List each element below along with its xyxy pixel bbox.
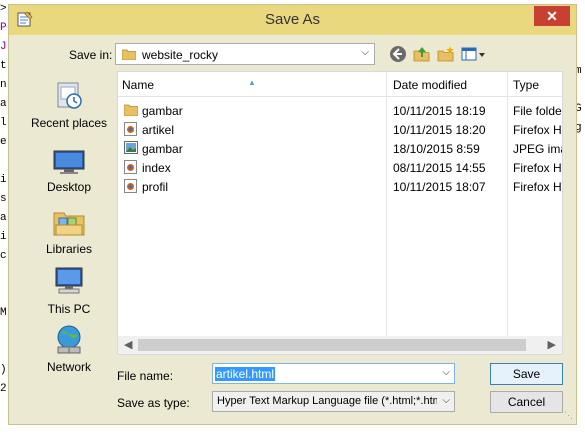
sort-ascending-icon: ▲	[248, 78, 256, 87]
column-header-date[interactable]: Date modified	[393, 78, 467, 92]
firefox-html-icon	[124, 160, 137, 177]
file-name: gambar	[142, 142, 183, 156]
file-list-header: ▲ Name Date modified Type	[118, 72, 562, 97]
save-in-label: Save in:	[69, 48, 113, 62]
file-date: 10/11/2015 18:19	[393, 104, 486, 118]
place-recent-places[interactable]: Recent places	[21, 79, 117, 130]
title-bar[interactable]: Save As ✕	[9, 5, 576, 35]
up-folder-icon[interactable]	[413, 45, 433, 65]
this-pc-icon	[55, 267, 83, 294]
file-row[interactable]: artikel 10/11/2015 18:20 Firefox HT	[118, 120, 562, 139]
file-name-label: File name:	[117, 369, 174, 383]
view-menu-icon[interactable]	[461, 45, 487, 65]
file-date: 10/11/2015 18:20	[393, 123, 486, 137]
network-icon	[57, 325, 81, 354]
save-as-type-value: Hyper Text Markup Language file (*.html;…	[217, 395, 437, 407]
save-in-dropdown[interactable]: website_rocky ⌵	[115, 43, 375, 65]
place-label: Desktop	[46, 180, 92, 194]
save-as-dialog: Save As ✕ Save in: website_rocky ⌵ Recen…	[8, 4, 577, 425]
jpeg-image-icon	[124, 141, 138, 157]
firefox-html-icon	[124, 179, 137, 196]
file-type: File folder	[513, 104, 563, 118]
place-desktop[interactable]: Desktop	[21, 147, 117, 194]
place-this-pc[interactable]: This PC	[21, 265, 117, 316]
libraries-icon	[53, 212, 85, 236]
scroll-right-icon[interactable]: ▶	[548, 338, 556, 351]
file-name-value: artikel.html	[215, 367, 276, 381]
file-row[interactable]: gambar 10/11/2015 18:19 File folder	[118, 101, 562, 120]
file-name: index	[142, 161, 171, 175]
save-as-type-dropdown[interactable]: Hyper Text Markup Language file (*.html;…	[212, 391, 455, 412]
file-row[interactable]: index 08/11/2015 14:55 Firefox HT	[118, 158, 562, 177]
firefox-html-icon	[124, 122, 137, 139]
file-date: 08/11/2015 14:55	[393, 161, 486, 175]
recent-places-icon	[57, 82, 82, 109]
chevron-down-icon: ⌵	[442, 395, 450, 406]
chevron-down-icon[interactable]: ⌵	[442, 367, 450, 378]
file-type: Firefox HT	[513, 123, 562, 137]
file-date: 18/10/2015 8:59	[393, 142, 480, 156]
file-row[interactable]: profil 10/11/2015 18:07 Firefox HT	[118, 177, 562, 196]
place-libraries[interactable]: Libraries	[21, 205, 117, 256]
file-type: Firefox HT	[513, 161, 562, 175]
save-button[interactable]: Save	[490, 363, 563, 385]
close-button[interactable]: ✕	[534, 6, 570, 26]
cancel-button[interactable]: Cancel	[490, 391, 563, 413]
chevron-down-icon: ⌵	[361, 47, 369, 58]
column-header-type[interactable]: Type	[513, 78, 539, 92]
back-icon[interactable]	[389, 45, 409, 65]
file-name: gambar	[142, 104, 183, 118]
horizontal-scrollbar[interactable]: ◀ ▶	[118, 336, 562, 354]
place-label: Recent places	[30, 116, 108, 130]
place-label: Network	[46, 360, 91, 374]
file-list[interactable]: ▲ Name Date modified Type gambar 10/11/2…	[117, 71, 563, 355]
save-in-folder: website_rocky	[142, 48, 219, 62]
scroll-left-icon[interactable]: ◀	[124, 338, 132, 351]
save-as-type-label: Save as type:	[117, 396, 190, 410]
file-type: JPEG imag	[513, 142, 562, 156]
new-folder-icon[interactable]	[437, 45, 457, 65]
folder-icon	[123, 103, 139, 119]
file-name: artikel	[142, 123, 175, 137]
folder-icon	[121, 48, 137, 63]
resize-grip-icon[interactable]: ⋱	[564, 410, 573, 421]
file-date: 10/11/2015 18:07	[393, 180, 486, 194]
file-name-input[interactable]: artikel.html ⌵	[212, 363, 455, 384]
dialog-title: Save As	[264, 11, 321, 28]
place-label: Libraries	[45, 242, 93, 256]
place-label: This PC	[47, 302, 91, 316]
scrollbar-thumb[interactable]	[138, 339, 526, 351]
file-row[interactable]: gambar 18/10/2015 8:59 JPEG imag	[118, 139, 562, 158]
file-name: profil	[142, 180, 169, 194]
place-network[interactable]: Network	[21, 323, 117, 374]
column-header-name[interactable]: Name	[122, 78, 154, 92]
desktop-icon	[53, 150, 85, 174]
file-type: Firefox HT	[513, 180, 562, 194]
